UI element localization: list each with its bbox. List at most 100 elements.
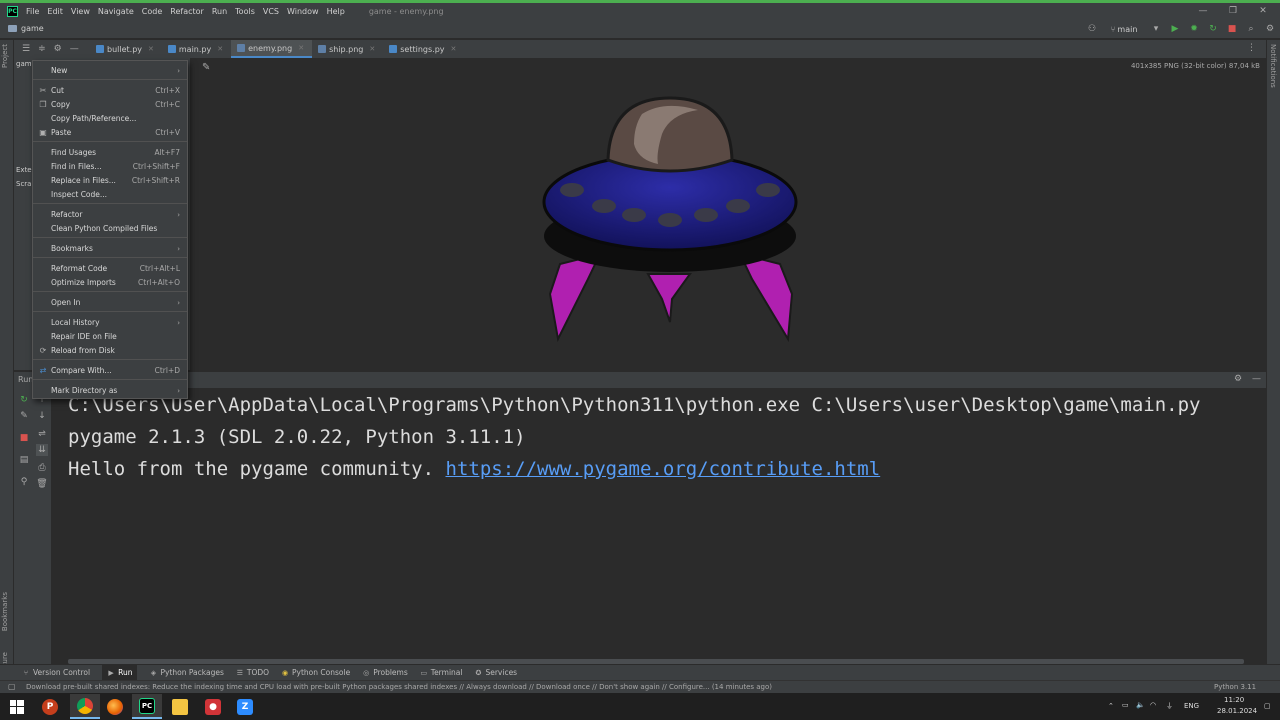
chevron-down-icon[interactable]: ▾ xyxy=(1149,22,1163,36)
tab-settings-py[interactable]: settings.py ✕ xyxy=(383,40,464,58)
layout-icon[interactable]: ▤ xyxy=(18,454,30,466)
gear-icon[interactable]: ⚙ xyxy=(1234,374,1242,384)
hide-panel-icon[interactable]: — xyxy=(1252,374,1261,384)
menu-vcs[interactable]: VCS xyxy=(263,7,279,16)
menu-item-paste[interactable]: ▣ Paste Ctrl+V xyxy=(33,126,187,139)
pygame-contribute-link[interactable]: https://www.pygame.org/contribute.html xyxy=(446,458,881,480)
bookmarks-tool-tab[interactable]: Bookmarks xyxy=(1,592,9,631)
taskbar-powerpoint[interactable]: P xyxy=(35,694,65,719)
taskbar-chrome[interactable] xyxy=(70,694,100,719)
tab-enemy-png[interactable]: enemy.png ✕ xyxy=(231,40,313,58)
menu-navigate[interactable]: Navigate xyxy=(98,7,134,16)
project-tool-tab[interactable]: Project xyxy=(1,44,9,68)
clock-date[interactable]: 28.01.2024 xyxy=(1217,707,1257,715)
menu-item-new[interactable]: New › xyxy=(33,64,187,77)
settings-icon[interactable]: ⚙ xyxy=(1263,22,1277,36)
menu-item-copy[interactable]: ❐ Copy Ctrl+C xyxy=(33,98,187,111)
volume-icon[interactable]: 🔈 xyxy=(1136,701,1145,709)
notification-icon[interactable]: ▢ xyxy=(1264,702,1271,710)
add-user-icon[interactable]: ⚇ xyxy=(1085,22,1099,36)
run-console[interactable]: C:\Users\User\AppData\Local\Programs\Pyt… xyxy=(52,388,1266,664)
expand-all-icon[interactable]: ☰ xyxy=(22,44,30,54)
wrench-icon[interactable]: ✎ xyxy=(18,410,30,422)
menu-item-find-usages[interactable]: Find Usages Alt+F7 xyxy=(33,146,187,159)
menu-window[interactable]: Window xyxy=(287,7,319,16)
taskbar-pycharm[interactable]: PC xyxy=(132,694,162,719)
tab-bullet-py[interactable]: bullet.py ✕ xyxy=(90,40,162,58)
tool-problems[interactable]: ◎ Problems xyxy=(362,668,408,677)
tool-python-packages[interactable]: ◈ Python Packages xyxy=(149,668,224,677)
menu-item-reformat-code[interactable]: Reformat Code Ctrl+Alt+L xyxy=(33,262,187,275)
language-indicator[interactable]: ENG xyxy=(1184,702,1199,710)
tool-services[interactable]: ✪ Services xyxy=(474,668,518,677)
menu-item-optimize-imports[interactable]: Optimize Imports Ctrl+Alt+O xyxy=(33,276,187,289)
project-tree-item[interactable]: gam xyxy=(16,60,32,68)
menu-code[interactable]: Code xyxy=(142,7,162,16)
soft-wrap-icon[interactable]: ⇌ xyxy=(36,428,48,440)
menu-tools[interactable]: Tools xyxy=(235,7,255,16)
branch-selector[interactable]: ⑂ main xyxy=(1104,22,1144,36)
scroll-to-end-icon[interactable]: ⇊ xyxy=(36,444,48,456)
python-interpreter[interactable]: Python 3.11 xyxy=(1214,683,1256,691)
menu-item-bookmarks[interactable]: Bookmarks › xyxy=(33,242,187,255)
taskbar-firefox[interactable] xyxy=(100,694,130,719)
tab-ship-png[interactable]: ship.png ✕ xyxy=(312,40,383,58)
stop-icon[interactable]: ■ xyxy=(18,432,30,444)
trash-icon[interactable]: 🗑 xyxy=(36,478,48,490)
wifi-icon[interactable]: ◠ xyxy=(1150,701,1156,709)
close-icon[interactable]: ✕ xyxy=(1248,3,1278,19)
gear-icon[interactable]: ⚙ xyxy=(54,44,62,54)
close-tab-icon[interactable]: ✕ xyxy=(148,45,154,53)
close-tab-icon[interactable]: ✕ xyxy=(369,45,375,53)
menu-item-reload-from-disk[interactable]: ⟳ Reload from Disk xyxy=(33,344,187,357)
menu-item-local-history[interactable]: Local History › xyxy=(33,316,187,329)
taskbar-recorder[interactable]: ● xyxy=(198,694,228,719)
menu-item-replace-in-files[interactable]: Replace in Files... Ctrl+Shift+R xyxy=(33,174,187,187)
menu-item-cut[interactable]: ✂ Cut Ctrl+X xyxy=(33,84,187,97)
tool-run[interactable]: ▶ Run xyxy=(102,665,138,680)
menu-edit[interactable]: Edit xyxy=(47,7,63,16)
run-icon[interactable]: ▶ xyxy=(1168,22,1182,36)
status-message[interactable]: Download pre-built shared indexes: Reduc… xyxy=(26,683,772,691)
menu-view[interactable]: View xyxy=(71,7,90,16)
debug-icon[interactable]: ✹ xyxy=(1187,22,1201,36)
tool-windows-toggle-icon[interactable]: ▢ xyxy=(8,682,16,691)
rerun-icon[interactable]: ↻ xyxy=(1206,22,1220,36)
tool-terminal[interactable]: ▭ Terminal xyxy=(420,668,462,677)
collapse-all-icon[interactable]: ≑ xyxy=(38,44,46,54)
menu-item-refactor[interactable]: Refactor › xyxy=(33,208,187,221)
taskbar-file-explorer[interactable] xyxy=(165,694,195,719)
hide-icon[interactable]: — xyxy=(70,44,79,54)
menu-refactor[interactable]: Refactor xyxy=(170,7,204,16)
menu-item-clean-compiled[interactable]: Clean Python Compiled Files xyxy=(33,222,187,235)
usb-icon[interactable]: ⏚ xyxy=(1166,701,1173,711)
search-icon[interactable]: ⌕ xyxy=(1244,22,1258,36)
menu-item-find-in-files[interactable]: Find in Files... Ctrl+Shift+F xyxy=(33,160,187,173)
tool-version-control[interactable]: ⑂ Version Control xyxy=(22,668,90,677)
clock-time[interactable]: 11:20 xyxy=(1224,696,1244,704)
tool-todo[interactable]: ☰ TODO xyxy=(236,668,269,677)
menu-item-repair-ide[interactable]: Repair IDE on File xyxy=(33,330,187,343)
maximize-icon[interactable]: ❐ xyxy=(1218,3,1248,19)
taskbar-zoom[interactable]: Z xyxy=(230,694,260,719)
pin-icon[interactable]: ⚲ xyxy=(18,476,30,488)
minimize-icon[interactable]: — xyxy=(1188,3,1218,19)
tab-main-py[interactable]: main.py ✕ xyxy=(162,40,231,58)
notifications-tool-tab[interactable]: Notifications xyxy=(1269,44,1277,88)
windows-start-button[interactable] xyxy=(2,694,32,719)
rerun-icon[interactable]: ↻ xyxy=(18,394,30,406)
project-tree-item[interactable]: Exte xyxy=(16,166,32,174)
close-tab-icon[interactable]: ✕ xyxy=(298,44,304,52)
print-icon[interactable]: ⎙ xyxy=(36,462,48,474)
menu-item-copy-path[interactable]: Copy Path/Reference... xyxy=(33,112,187,125)
project-tree-item[interactable]: Scra xyxy=(16,180,31,188)
menu-item-open-in[interactable]: Open In › xyxy=(33,296,187,309)
scroll-down-icon[interactable]: ↓ xyxy=(36,410,48,422)
menu-item-inspect-code[interactable]: Inspect Code... xyxy=(33,188,187,201)
stop-icon[interactable]: ■ xyxy=(1225,22,1239,36)
menu-item-compare-with[interactable]: ⇄ Compare With... Ctrl+D xyxy=(33,364,187,377)
menu-file[interactable]: File xyxy=(26,7,39,16)
tool-python-console[interactable]: ◉ Python Console xyxy=(281,668,350,677)
tab-menu-icon[interactable]: ⋮ xyxy=(1247,43,1256,53)
menu-run[interactable]: Run xyxy=(212,7,227,16)
